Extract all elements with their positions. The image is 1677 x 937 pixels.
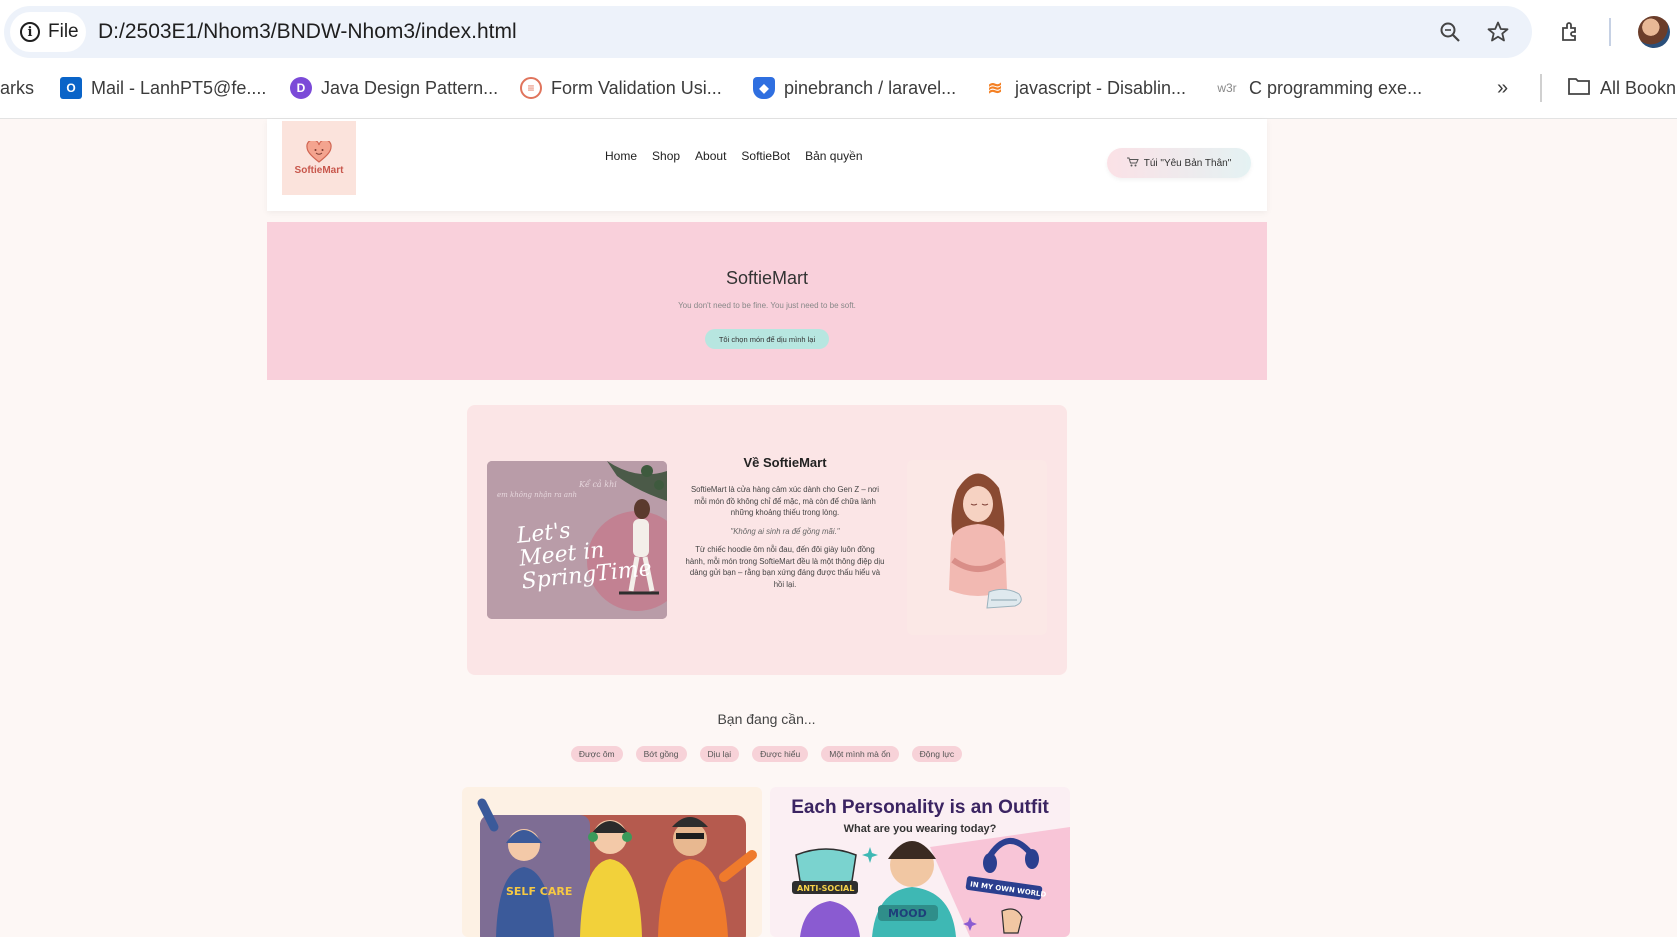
- springtime-script-text: Let's Meet in SpringTime: [515, 518, 653, 595]
- nav-home[interactable]: Home: [605, 149, 637, 163]
- browser-chrome: i File D:/2503E1/Nhom3/BNDW-Nhom3/index.…: [0, 0, 1677, 119]
- shield-icon: ◆: [753, 77, 775, 99]
- svg-text:ANTI-SOCIAL: ANTI-SOCIAL: [797, 884, 854, 893]
- address-bar[interactable]: i File D:/2503E1/Nhom3/BNDW-Nhom3/index.…: [4, 6, 1532, 58]
- logo-text: SoftieMart: [294, 164, 344, 176]
- zoom-icon[interactable]: [1435, 17, 1465, 47]
- hero-cta-button[interactable]: Tôi chọn món để dịu mình lại: [705, 329, 829, 349]
- bookmark-form-validation[interactable]: ≡ Form Validation Usi...: [520, 68, 722, 108]
- toolbar-separator: [1609, 18, 1611, 46]
- about-title: Về SoftieMart: [743, 455, 827, 470]
- about-paragraph-1: SoftieMart là cửa hàng cảm xúc dành cho …: [690, 485, 880, 518]
- site-info-chip[interactable]: i File: [10, 12, 86, 52]
- nav-shop[interactable]: Shop: [652, 149, 680, 163]
- folder-icon: [1567, 76, 1591, 101]
- url-text[interactable]: D:/2503E1/Nhom3/BNDW-Nhom3/index.html: [98, 20, 517, 44]
- self-care-card[interactable]: SELF CARE: [462, 787, 762, 937]
- tag-bot-gong[interactable]: Bớt gồng: [635, 746, 687, 762]
- bookmarks-overflow-button[interactable]: »: [1497, 68, 1508, 108]
- about-section: Kể cả khi em không nhận ra anh Let's Mee…: [467, 405, 1067, 675]
- tag-duoc-hieu[interactable]: Được hiểu: [752, 746, 809, 762]
- star-icon[interactable]: [1483, 17, 1513, 47]
- jd-icon: D: [290, 77, 312, 99]
- bookmark-w3resource[interactable]: w3r C programming exe...: [1214, 68, 1422, 108]
- svg-text:MOOD: MOOD: [888, 907, 927, 920]
- svg-text:em không nhận ra anh: em không nhận ra anh: [497, 491, 577, 499]
- file-label: File: [48, 21, 79, 42]
- bookmark-java-design[interactable]: D Java Design Pattern...: [290, 68, 498, 108]
- about-paragraph-2: Từ chiếc hoodie ôm nỗi đau, đến đôi giày…: [685, 545, 885, 590]
- nav-copyright[interactable]: Bản quyền: [805, 149, 862, 163]
- info-icon: i: [20, 22, 40, 42]
- cart-icon: [1126, 157, 1139, 170]
- friends-illustration: SELF CARE: [477, 798, 757, 937]
- personality-illustration: ANTI-SOCIAL MOOD IN MY OWN WORLD: [792, 827, 1070, 937]
- hero-banner: SoftieMart You don't need to be fine. Yo…: [267, 222, 1267, 380]
- springtime-image: Kể cả khi em không nhận ra anh Let's Mee…: [487, 461, 667, 619]
- personality-outfit-card[interactable]: Each Personality is an Outfit What are y…: [770, 787, 1070, 937]
- svg-text:Kể cả khi: Kể cả khi: [578, 480, 617, 489]
- nav-softiebot[interactable]: SoftieBot: [741, 149, 790, 163]
- nav-about[interactable]: About: [695, 149, 726, 163]
- main-nav: Home Shop About SoftieBot Bản quyền: [605, 149, 863, 163]
- tag-duoc-om[interactable]: Được ôm: [570, 746, 623, 762]
- hero-title: SoftieMart: [725, 268, 809, 288]
- tag-mot-minh-ma-on[interactable]: Một mình mà ổn: [821, 746, 899, 762]
- bookmark-partial[interactable]: arks: [0, 68, 34, 108]
- needs-title: Bạn đang cần...: [717, 711, 816, 727]
- bookmark-mail[interactable]: O Mail - LanhPT5@fe....: [60, 68, 266, 108]
- bookmarks-bar: arks O Mail - LanhPT5@fe.... D Java Desi…: [0, 68, 1677, 108]
- svg-text:SELF CARE: SELF CARE: [506, 885, 572, 898]
- cart-label: Túi "Yêu Bản Thân": [1143, 157, 1232, 169]
- form-icon: ≡: [520, 77, 542, 99]
- bookmark-stackoverflow[interactable]: ≋ javascript - Disablin...: [984, 68, 1186, 108]
- tag-diu-lai[interactable]: Dịu lại: [699, 746, 740, 762]
- profile-avatar[interactable]: [1638, 16, 1670, 48]
- all-bookmarks-button[interactable]: All Bookn: [1567, 68, 1676, 108]
- hero-subtitle: You don't need to be fine. You just need…: [678, 301, 856, 310]
- cart-button[interactable]: Túi "Yêu Bản Thân": [1107, 148, 1251, 178]
- about-quote: "Không ai sinh ra để gồng mãi.": [730, 527, 840, 537]
- extensions-icon[interactable]: [1555, 16, 1587, 48]
- bookmarks-separator: [1540, 74, 1542, 102]
- tag-dong-luc[interactable]: Động lực: [911, 746, 963, 762]
- site-logo[interactable]: SoftieMart: [282, 121, 356, 195]
- stackoverflow-icon: ≋: [987, 77, 1003, 98]
- site-header: SoftieMart Home Shop About SoftieBot Bản…: [267, 119, 1267, 211]
- heart-logo-icon: [306, 140, 332, 163]
- w3r-icon: w3r: [1217, 81, 1237, 95]
- bookmark-pinebranch[interactable]: ◆ pinebranch / laravel...: [753, 68, 956, 108]
- girl-illustration: [907, 460, 1047, 635]
- outlook-icon: O: [60, 77, 82, 99]
- about-text: Về SoftieMart SoftieMart là cửa hàng cảm…: [685, 455, 885, 599]
- needs-tags: Được ôm Bớt gồng Dịu lại Được hiểu Một m…: [0, 746, 1533, 762]
